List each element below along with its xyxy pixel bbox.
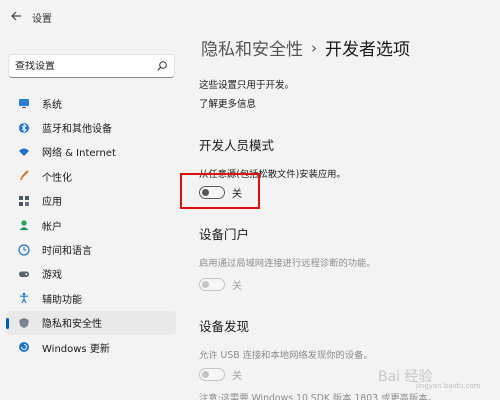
sidebar-item-bluetooth[interactable]: 蓝牙和其他设备: [6, 115, 176, 139]
device-discovery-toggle-state: 关: [232, 371, 242, 382]
sidebar-item-system[interactable]: 系统: [6, 91, 176, 115]
sidebar-item-label: Windows 更新: [42, 343, 110, 355]
bluetooth-icon: [18, 122, 30, 134]
back-arrow-icon: [11, 11, 21, 21]
sidebar-item-label: 游戏: [42, 270, 62, 282]
person-icon: [18, 219, 30, 231]
search-input[interactable]: [15, 60, 156, 72]
update-icon: [18, 341, 30, 353]
device-portal-toggle-row: 关: [199, 277, 242, 292]
sidebar-item-label: 帐户: [42, 221, 62, 233]
shield-icon: [18, 317, 30, 329]
watermark: Bai 经验 jingyan.baidu.com: [378, 356, 488, 396]
sidebar-item-accessibility[interactable]: 辅助功能: [6, 286, 176, 310]
breadcrumb: 隐私和安全性 › 开发者选项: [201, 35, 410, 61]
sidebar-item-label: 辅助功能: [42, 294, 82, 306]
apps-icon: [18, 195, 30, 207]
sidebar-nav: 系统 蓝牙和其他设备 网络 & Internet 个性化 应用 帐户 时间和语言…: [6, 91, 176, 359]
wifi-icon: [18, 146, 30, 158]
sidebar-item-label: 隐私和安全性: [42, 319, 102, 331]
device-portal-toggle: [199, 278, 225, 291]
sidebar-item-accounts[interactable]: 帐户: [6, 213, 176, 237]
search-icon[interactable]: [156, 60, 168, 72]
toggle-knob: [202, 281, 209, 288]
sidebar-item-label: 时间和语言: [42, 246, 92, 258]
learn-more-link[interactable]: 了解更多信息: [199, 96, 256, 110]
back-button[interactable]: [4, 4, 28, 28]
sidebar-item-personalization[interactable]: 个性化: [6, 164, 176, 188]
gamepad-icon: [18, 268, 30, 280]
sidebar-item-label: 网络 & Internet: [42, 148, 116, 160]
search-box[interactable]: [8, 54, 175, 78]
device-discovery-description: 允许 USB 连接和本地网络发现你的设备。: [199, 350, 373, 361]
toggle-knob: [202, 371, 209, 378]
device-portal-description: 启用通过局域网连接进行远程诊断的功能。: [199, 258, 376, 269]
device-discovery-toggle: [199, 368, 225, 381]
developer-mode-heading: 开发人员模式: [199, 138, 275, 153]
sidebar-item-time-language[interactable]: 时间和语言: [6, 237, 176, 261]
brush-icon: [18, 170, 30, 182]
accessibility-icon: [18, 292, 30, 304]
highlight-annotation-box: [180, 173, 260, 209]
app-title: 设置: [32, 14, 52, 25]
device-discovery-toggle-row: 关: [199, 367, 242, 382]
device-portal-toggle-state: 关: [232, 281, 242, 292]
sidebar-item-label: 系统: [42, 99, 62, 111]
globe-clock-icon: [18, 243, 30, 256]
page-title: 开发者选项: [325, 40, 410, 60]
sidebar-item-label: 个性化: [42, 172, 72, 184]
monitor-icon: [18, 97, 30, 109]
chevron-right-icon: ›: [311, 38, 317, 57]
sidebar-item-label: 蓝牙和其他设备: [42, 124, 112, 136]
device-portal-heading: 设备门户: [199, 227, 250, 242]
breadcrumb-parent[interactable]: 隐私和安全性: [201, 35, 303, 60]
sidebar-item-privacy-security[interactable]: 隐私和安全性: [6, 310, 176, 335]
sidebar-item-windows-update[interactable]: Windows 更新: [6, 335, 176, 359]
sidebar-item-gaming[interactable]: 游戏: [6, 262, 176, 286]
sidebar-item-network[interactable]: 网络 & Internet: [6, 140, 176, 164]
sidebar-item-label: 应用: [42, 197, 62, 209]
sidebar-item-apps[interactable]: 应用: [6, 189, 176, 213]
watermark-subtext: jingyan.baidu.com: [416, 382, 481, 390]
intro-text: 这些设置只用于开发。: [199, 80, 295, 91]
device-discovery-heading: 设备发现: [199, 319, 250, 334]
